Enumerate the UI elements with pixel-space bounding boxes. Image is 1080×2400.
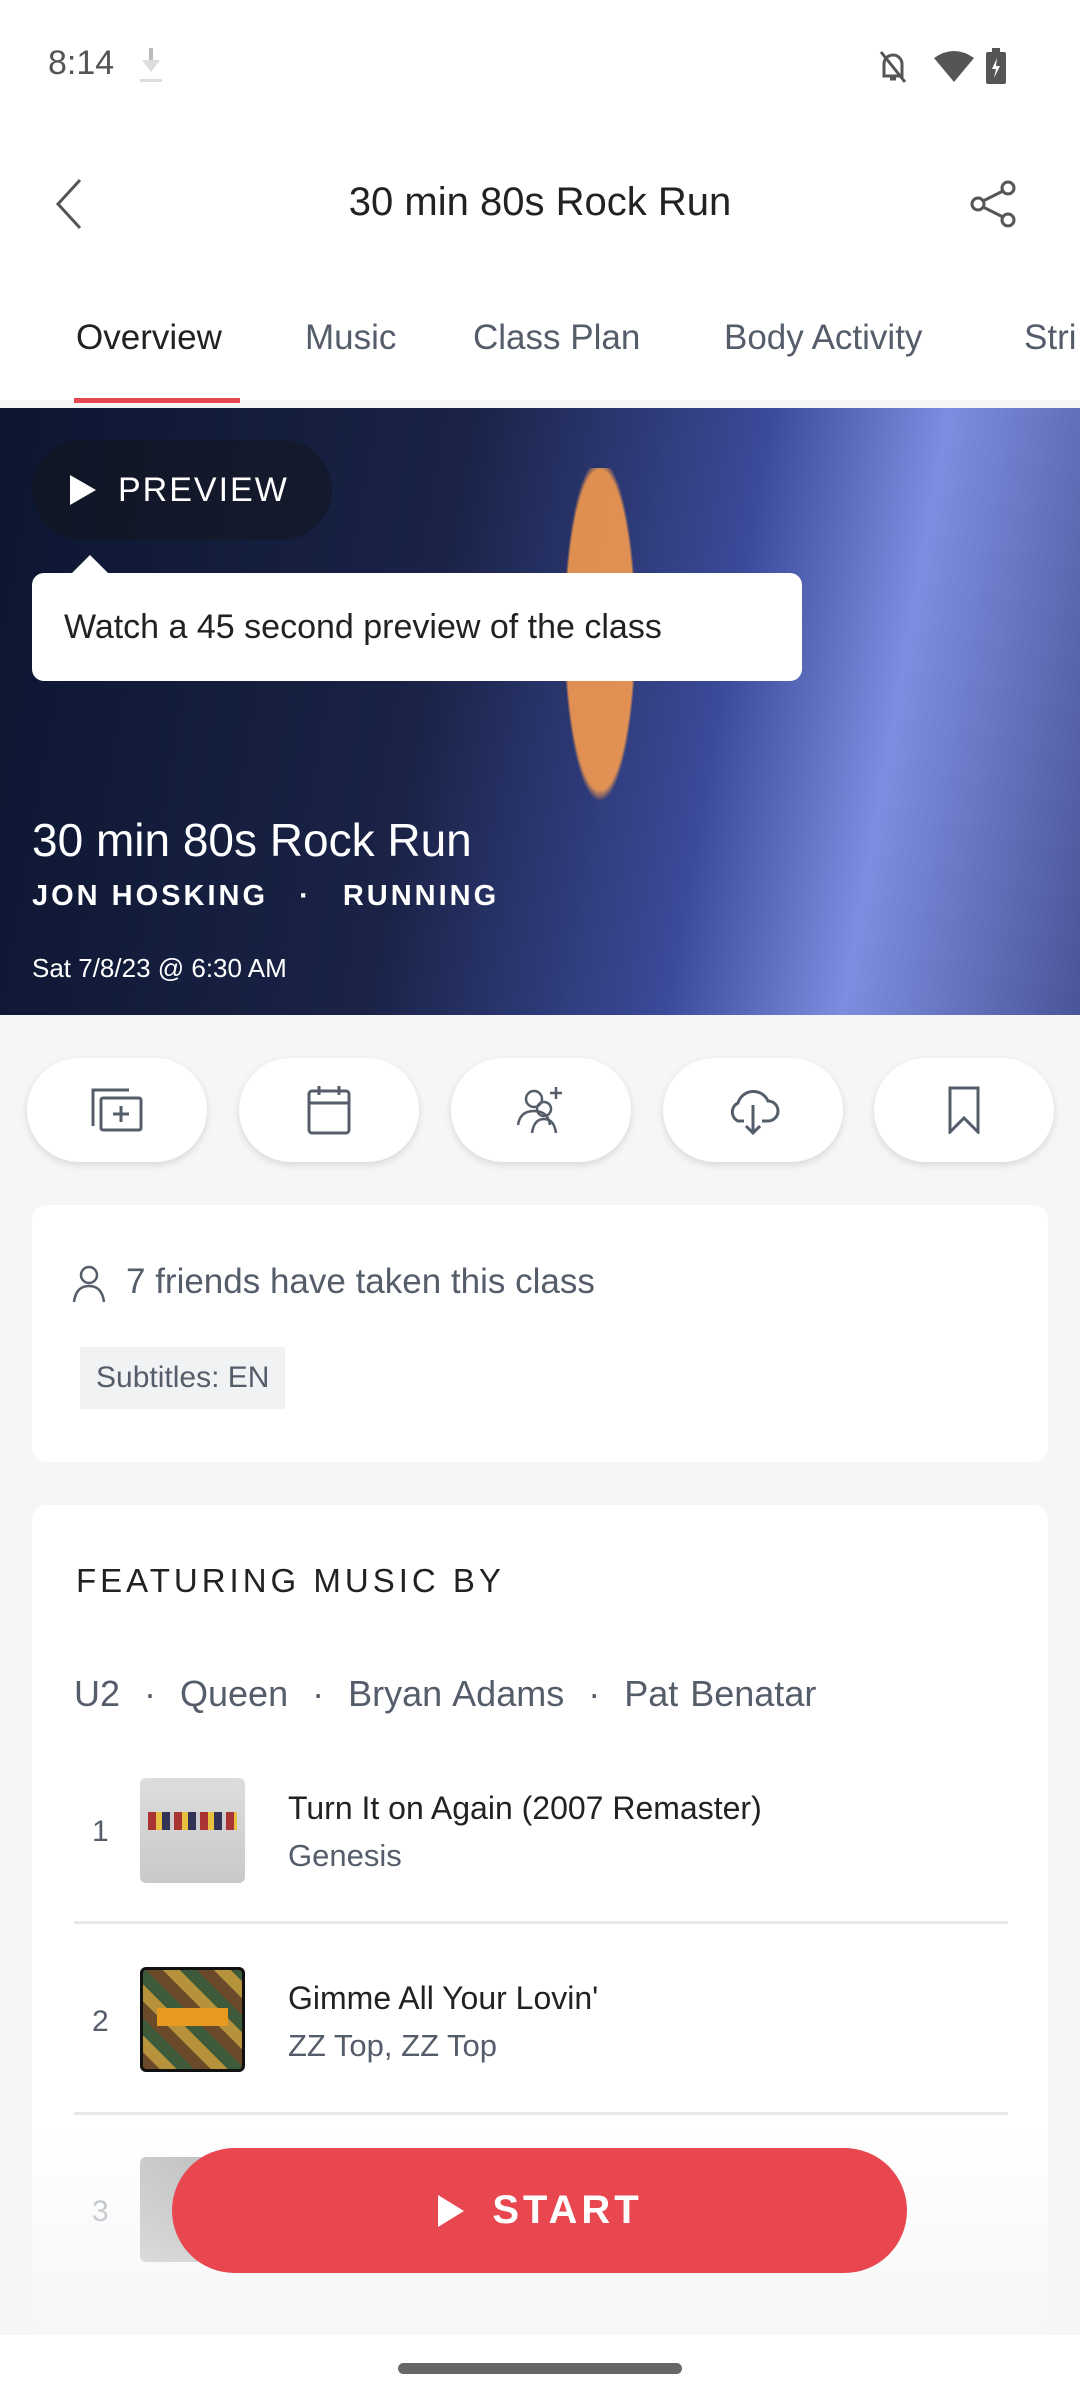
track-title: Gimme All Your Lovin' <box>288 1980 599 2016</box>
add-to-stack-icon <box>91 1088 143 1132</box>
active-tab-indicator <box>74 398 240 403</box>
download-icon <box>140 48 162 82</box>
class-info-card <box>32 1205 1048 1462</box>
album-art <box>140 1778 245 1883</box>
status-bar: 8:14 <box>0 0 1080 130</box>
person-icon <box>72 1265 106 1303</box>
music-heading: FEATURING MUSIC BY <box>76 1562 505 1599</box>
album-art <box>140 1967 245 2072</box>
class-category: RUNNING <box>342 880 500 912</box>
instructor-name[interactable]: JON HOSKING <box>32 880 268 912</box>
invite-friend-button[interactable] <box>451 1058 631 1162</box>
divider <box>74 2112 1008 2115</box>
start-button[interactable]: START <box>172 2148 907 2273</box>
preview-button[interactable]: PREVIEW <box>32 440 332 540</box>
track-number: 1 <box>92 1815 109 1848</box>
class-hero-image: PREVIEW Watch a 45 second preview of the… <box>0 408 1080 1015</box>
play-icon <box>438 2194 465 2227</box>
share-icon[interactable] <box>970 180 1018 228</box>
track-artist: ZZ Top, ZZ Top <box>288 2028 498 2063</box>
schedule-button[interactable] <box>239 1058 419 1162</box>
home-gesture-handle[interactable] <box>398 2363 682 2374</box>
tab-body-activity[interactable]: Body Activity <box>724 318 922 358</box>
divider <box>74 1921 1008 1924</box>
bookmark-button[interactable] <box>874 1058 1054 1162</box>
battery-charging-icon <box>986 48 1006 84</box>
page-title: 30 min 80s Rock Run <box>348 180 732 224</box>
add-to-stack-button[interactable] <box>27 1058 207 1162</box>
tab-music[interactable]: Music <box>305 318 396 358</box>
tab-strive[interactable]: Stri <box>1024 318 1077 358</box>
preview-label: PREVIEW <box>118 470 289 509</box>
friends-taken-text[interactable]: 7 friends have taken this class <box>126 1262 595 1302</box>
tab-class-plan[interactable]: Class Plan <box>473 318 640 358</box>
download-cloud-icon <box>730 1090 780 1136</box>
preview-tooltip: Watch a 45 second preview of the class <box>32 555 802 681</box>
download-button[interactable] <box>663 1058 843 1162</box>
separator: · <box>299 880 312 912</box>
bookmark-icon <box>948 1086 980 1134</box>
track-artist: Genesis <box>288 1838 402 1873</box>
class-date: Sat 7/8/23 @ 6:30 AM <box>32 953 287 983</box>
class-meta: JON HOSKING · RUNNING <box>32 880 499 913</box>
track-title: Turn It on Again (2007 Remaster) <box>288 1790 762 1826</box>
clock: 8:14 <box>48 44 115 82</box>
subtitles-badge: Subtitles: EN <box>80 1347 286 1409</box>
class-title: 30 min 80s Rock Run <box>32 814 472 866</box>
start-label: START <box>492 2188 643 2232</box>
track-number: 2 <box>92 2005 109 2038</box>
calendar-icon <box>307 1086 351 1135</box>
bell-off-icon <box>879 51 907 83</box>
play-icon <box>70 475 96 505</box>
tab-overview[interactable]: Overview <box>76 318 222 358</box>
top-app-bar: 30 min 80s Rock Run Overview Music Class… <box>0 130 1080 403</box>
wifi-icon <box>934 51 974 82</box>
invite-friend-icon <box>516 1087 562 1134</box>
instructor-figure <box>520 468 680 1008</box>
featured-artists: U2 · Queen · Bryan Adams · Pat Benatar <box>74 1673 817 1714</box>
